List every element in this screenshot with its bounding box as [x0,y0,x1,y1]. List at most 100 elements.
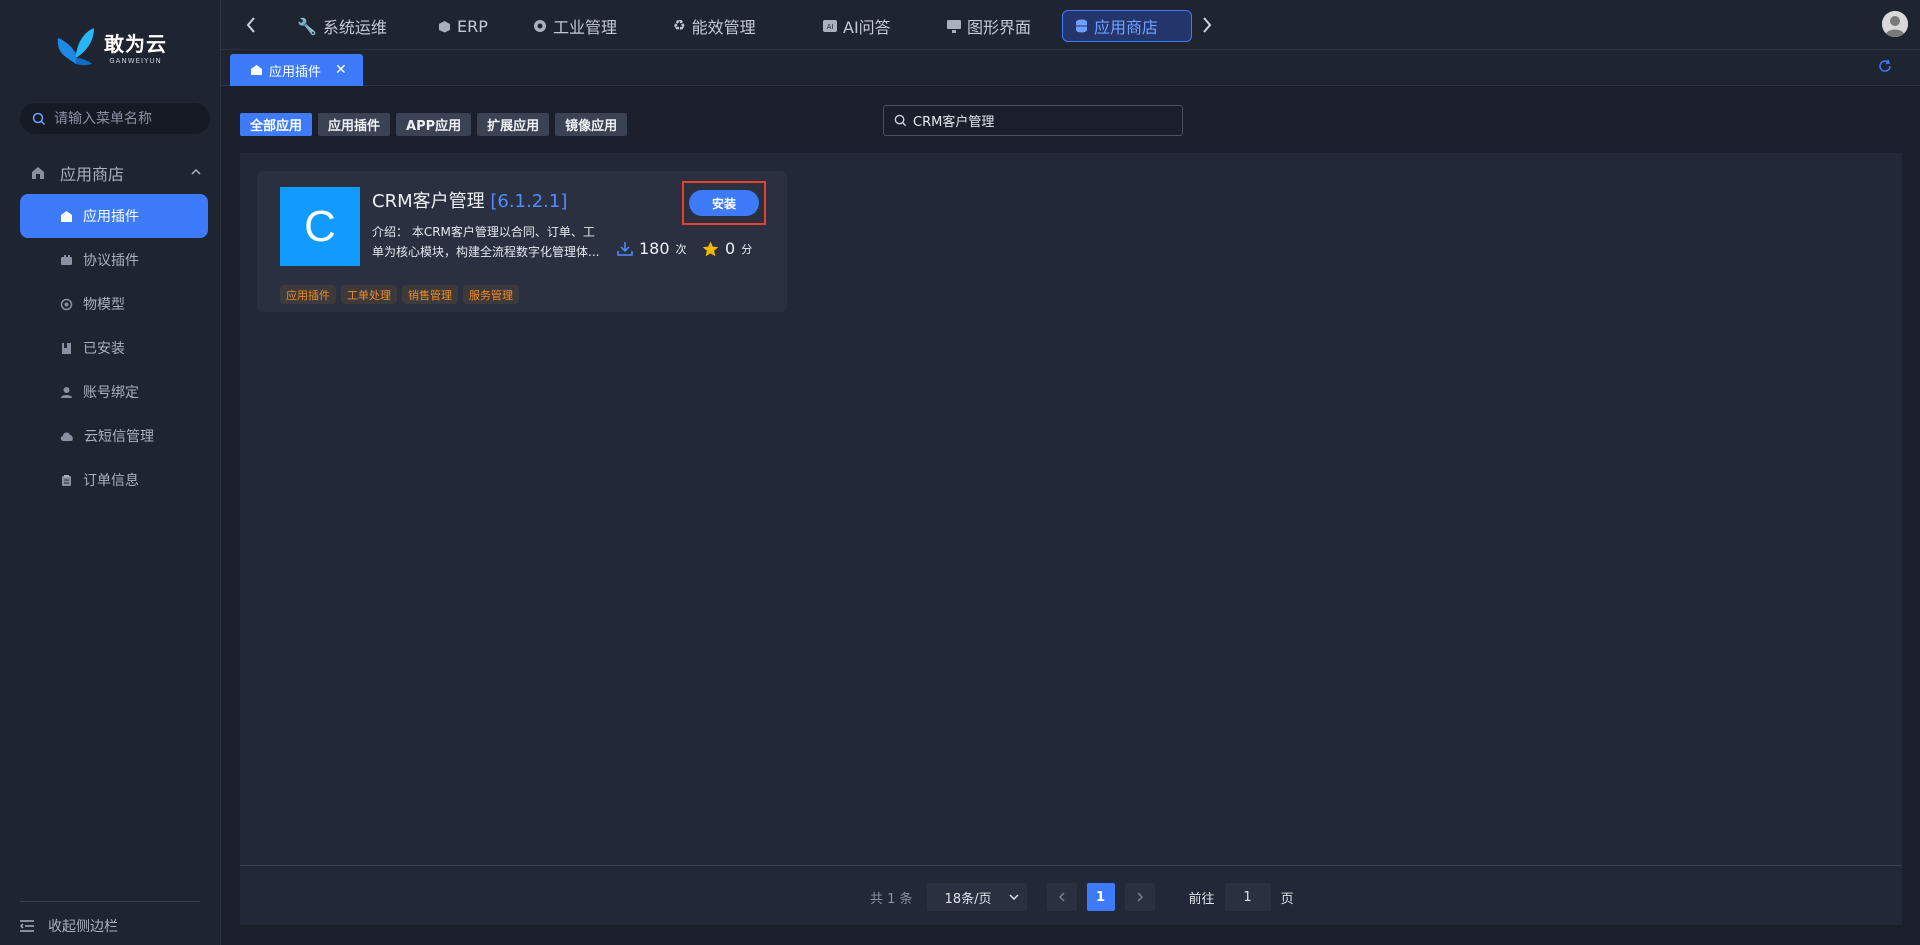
chevron-left-icon [1058,892,1065,902]
nav-scroll-right-button[interactable] [1197,14,1217,36]
menu-search-input[interactable] [54,110,204,127]
pagination: 共 1 条 18条/页 1 前往 1 页 [870,883,1294,911]
app-tag: 应用插件 [280,285,336,304]
nav-scroll-left-button[interactable] [241,14,261,36]
download-number: 180 [639,239,670,258]
app-search-input[interactable] [913,113,1173,128]
sidebar-item-account-binding[interactable]: 账号绑定 [20,370,208,414]
nav-item-label: 能效管理 [691,18,756,37]
gear-icon [534,20,546,32]
tab-label: 应用插件 [269,64,322,80]
app-tags: 应用插件 工单处理 销售管理 服务管理 [280,285,519,304]
prev-page-button[interactable] [1046,883,1077,911]
app-search[interactable] [883,105,1183,136]
store-icon [32,167,44,179]
database-icon [1076,19,1087,33]
collapse-icon [20,920,34,932]
star-icon [702,241,719,256]
nav-item-label: 系统运维 [322,18,387,37]
brand-logo[interactable]: 敢为云 GANWEIYUN [54,24,167,68]
nav-item-energy[interactable]: ♻ 能效管理 [661,10,768,42]
tab-app-plugins[interactable]: 应用插件 ✕ [230,54,363,86]
nav-item-label: 应用商店 [1094,18,1159,37]
nav-item-ai-qa[interactable]: AI AI问答 [811,10,903,42]
download-unit: 次 [675,242,687,256]
score-number: 0 [725,239,736,258]
rating-score: 0 分 [702,239,752,258]
nav-item-system-ops[interactable]: 🔧 系统运维 [285,10,399,42]
filter-app-plugins[interactable]: 应用插件 [318,113,391,136]
nav-item-graphics[interactable]: 图形界面 [935,10,1043,42]
menu-group-label: 应用商店 [60,165,125,184]
nav-item-label: AI问答 [843,18,891,37]
nav-item-label: ERP [457,16,488,36]
sidebar-item-label: 已安装 [83,341,125,357]
download-count: 180 次 [617,239,687,258]
menu-group-app-store[interactable]: 应用商店 [20,159,210,187]
install-button[interactable]: 安装 [689,190,759,216]
goto-page-input[interactable]: 1 [1224,883,1271,911]
ai-icon: AI [823,20,837,32]
sidebar-item-installed[interactable]: 已安装 [20,326,208,370]
refresh-icon[interactable] [1878,59,1892,73]
page-suffix-label: 页 [1280,891,1294,907]
download-icon [617,241,633,256]
page-size-value: 18条/页 [944,891,992,907]
app-card[interactable]: C CRM客户管理 [6.1.2.1] 介绍： 本CRM客户管理以合同、订单、工… [257,171,787,312]
filter-extension-apps[interactable]: 扩展应用 [477,113,550,136]
brand-name: 敢为云 [104,31,167,56]
user-avatar[interactable] [1882,11,1908,37]
filter-image-apps[interactable]: 镜像应用 [555,113,628,136]
nav-item-industrial[interactable]: 工业管理 [521,10,629,42]
chevron-right-icon [1137,892,1143,902]
app-version: [6.1.2.1] [490,191,568,212]
sidebar-item-protocol-plugins[interactable]: 协议插件 [20,238,208,282]
sidebar-item-thing-model[interactable]: 物模型 [20,282,208,326]
install-highlight: 安装 [682,181,766,225]
model-icon [60,298,73,310]
store-icon [251,65,262,75]
app-name: CRM客户管理 [372,191,485,212]
next-page-button[interactable] [1124,883,1155,911]
page-size-select[interactable]: 18条/页 [926,883,1027,911]
store-icon [61,210,72,222]
sidebar: 敢为云 GANWEIYUN 应用商店 应用插件 协议插件 物模型 已安装 [0,0,221,945]
filter-all-apps[interactable]: 全部应用 [240,113,313,136]
search-icon [894,114,907,127]
page-number-button[interactable]: 1 [1086,883,1115,911]
app-list-panel: C CRM客户管理 [6.1.2.1] 介绍： 本CRM客户管理以合同、订单、工… [240,153,1902,925]
nav-item-app-store[interactable]: 应用商店 [1062,10,1192,42]
pager-divider [240,865,1902,866]
menu-search[interactable] [20,103,210,134]
score-unit: 分 [741,242,753,256]
nav-item-label: 工业管理 [553,18,618,37]
category-filters: 全部应用 应用插件 APP应用 扩展应用 镜像应用 [240,113,628,136]
svg-text:AI: AI [827,23,834,31]
close-icon[interactable]: ✕ [335,62,347,78]
sidebar-item-cloud-sms[interactable]: 云短信管理 [20,414,208,458]
pagination-total: 共 1 条 [870,891,913,907]
clipboard-icon [62,474,71,486]
sidebar-item-label: 账号绑定 [83,385,139,401]
collapse-sidebar-button[interactable]: 收起侧边栏 [20,901,200,936]
brand-subtitle: GANWEIYUN [109,56,162,65]
sidebar-item-app-plugins[interactable]: 应用插件 [20,194,208,238]
avatar-icon [1882,11,1908,37]
sidebar-item-order-info[interactable]: 订单信息 [20,458,208,502]
sidebar-item-label: 应用插件 [83,209,139,225]
chevron-down-icon [1009,894,1020,900]
page-tabs-bar: 应用插件 ✕ [221,50,1920,86]
chevron-right-icon [1203,17,1212,33]
recycle-icon: ♻ [673,18,686,34]
app-title: CRM客户管理 [6.1.2.1] [372,187,567,213]
app-icon: C [280,187,360,266]
sidebar-item-label: 物模型 [83,297,125,313]
goto-label: 前往 [1188,891,1215,907]
filter-app-apps[interactable]: APP应用 [396,113,472,136]
top-nav: 🔧 系统运维 ERP 工业管理 ♻ 能效管理 AI AI问答 图形界面 应用商店 [221,0,1920,50]
nav-item-label: 图形界面 [967,18,1032,37]
chevron-up-icon[interactable] [190,166,202,178]
app-tag: 销售管理 [402,285,458,304]
sidebar-item-label: 云短信管理 [84,429,154,445]
nav-item-erp[interactable]: ERP [426,10,500,42]
